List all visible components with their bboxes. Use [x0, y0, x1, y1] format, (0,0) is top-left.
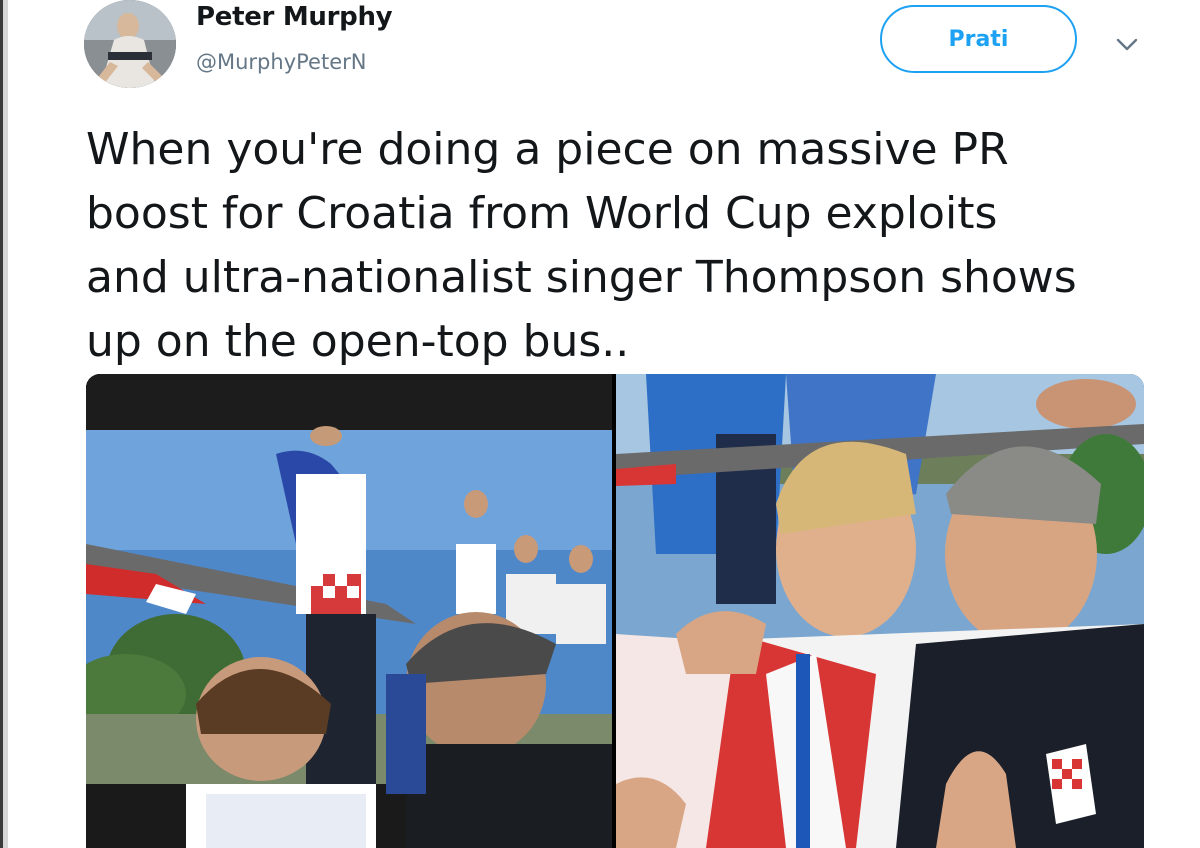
tweet-text: When you're doing a piece on massive PR … [86, 124, 1077, 367]
author-display-name[interactable]: Peter Murphy [196, 2, 393, 32]
photo-selfie[interactable] [616, 374, 1144, 848]
tweet-media [86, 374, 1144, 848]
photo-bus-parade[interactable] [86, 374, 612, 848]
chevron-down-icon[interactable] [1112, 30, 1142, 60]
author-handle[interactable]: @MurphyPeterN [196, 50, 366, 74]
user-avatar[interactable] [84, 0, 176, 88]
follow-button[interactable]: Prati [880, 5, 1077, 73]
window-edge [0, 0, 8, 848]
avatar-image [84, 0, 176, 88]
